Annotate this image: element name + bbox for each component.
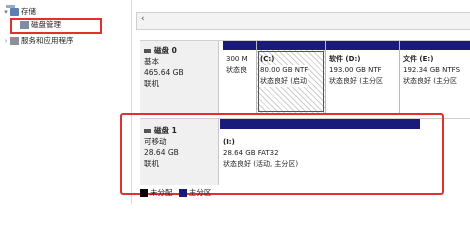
partition-title: (C:): [260, 55, 275, 63]
partition-bar: [326, 41, 399, 50]
legend-unallocated: 未分配: [150, 188, 173, 197]
partition-title: 软件 (D:): [329, 55, 361, 63]
partition-status: 状态良好 (主分区: [329, 77, 383, 85]
partition-info: 软件 (D:) 193.00 GB NTF 状态良好 (主分区: [329, 54, 383, 87]
legend: 未分配 主分区: [140, 187, 211, 199]
partition-selected[interactable]: (C:) 80.00 GB NTF 状态良好 (启动: [257, 41, 326, 113]
disk-status: 联机: [144, 79, 159, 88]
console-tree: ▾ 存储 磁盘管理 › 服务和应用程序: [0, 0, 132, 204]
partition[interactable]: 软件 (D:) 193.00 GB NTF 状态良好 (主分区: [326, 41, 400, 113]
partition-size: 192.34 GB NTFS: [403, 66, 461, 74]
disk-name: 磁盘 0: [144, 45, 177, 56]
unallocated-swatch: [140, 189, 148, 197]
partition-status: 状态良: [226, 66, 247, 74]
partition-info: 文件 (E:) 192.34 GB NTFS 状态良好 (主分区: [403, 54, 460, 87]
tree-item-label: 存储: [21, 7, 36, 16]
partition-bar: [400, 41, 470, 50]
primary-swatch: [178, 189, 187, 197]
partition-bar: [257, 41, 325, 50]
partition-bar: [223, 41, 256, 50]
disk-row: 磁盘 0 基本 465.64 GB 联机 300 M 状态良 (C:) 80.0…: [140, 40, 470, 113]
partition-size: 80.00 GB NTF: [260, 65, 309, 76]
chevron-down-icon[interactable]: ▾: [2, 6, 10, 18]
storage-icon: [10, 8, 19, 16]
chevron-right-icon[interactable]: ›: [2, 35, 10, 47]
legend-primary: 主分区: [188, 188, 212, 197]
partition-info: 300 M 状态良: [226, 54, 248, 76]
partition-info: (C:) 80.00 GB NTF 状态良好 (启动: [260, 54, 309, 87]
disk-size: 465.64 GB: [144, 68, 184, 77]
partition-status: 状态良好 (主分区: [403, 77, 457, 85]
partition-status: 状态良好 (启动: [260, 76, 309, 87]
partition-title: 文件 (E:): [403, 55, 434, 63]
tree-item-services[interactable]: › 服务和应用程序: [2, 35, 74, 47]
disk-icon: [144, 49, 151, 53]
tree-item-label: 服务和应用程序: [21, 36, 74, 45]
tree-item-disk-management[interactable]: 磁盘管理: [20, 19, 61, 31]
horizontal-scrollbar[interactable]: ‹: [136, 12, 470, 30]
disk-management-icon: [20, 21, 29, 29]
tree-item-storage[interactable]: ▾ 存储: [2, 6, 36, 18]
partition[interactable]: 文件 (E:) 192.34 GB NTFS 状态良好 (主分区: [400, 41, 470, 113]
partition[interactable]: 300 M 状态良: [223, 41, 257, 113]
disk-type: 基本: [144, 57, 159, 66]
tree-item-label: 磁盘管理: [31, 20, 61, 29]
removable-disk-highlight: [120, 113, 444, 195]
disk-label[interactable]: 磁盘 0 基本 465.64 GB 联机: [140, 41, 219, 113]
services-icon: [10, 37, 19, 45]
scroll-left-icon[interactable]: ‹: [141, 14, 145, 24]
partition-size: 193.00 GB NTF: [329, 66, 382, 74]
partition-size: 300 M: [226, 55, 248, 63]
